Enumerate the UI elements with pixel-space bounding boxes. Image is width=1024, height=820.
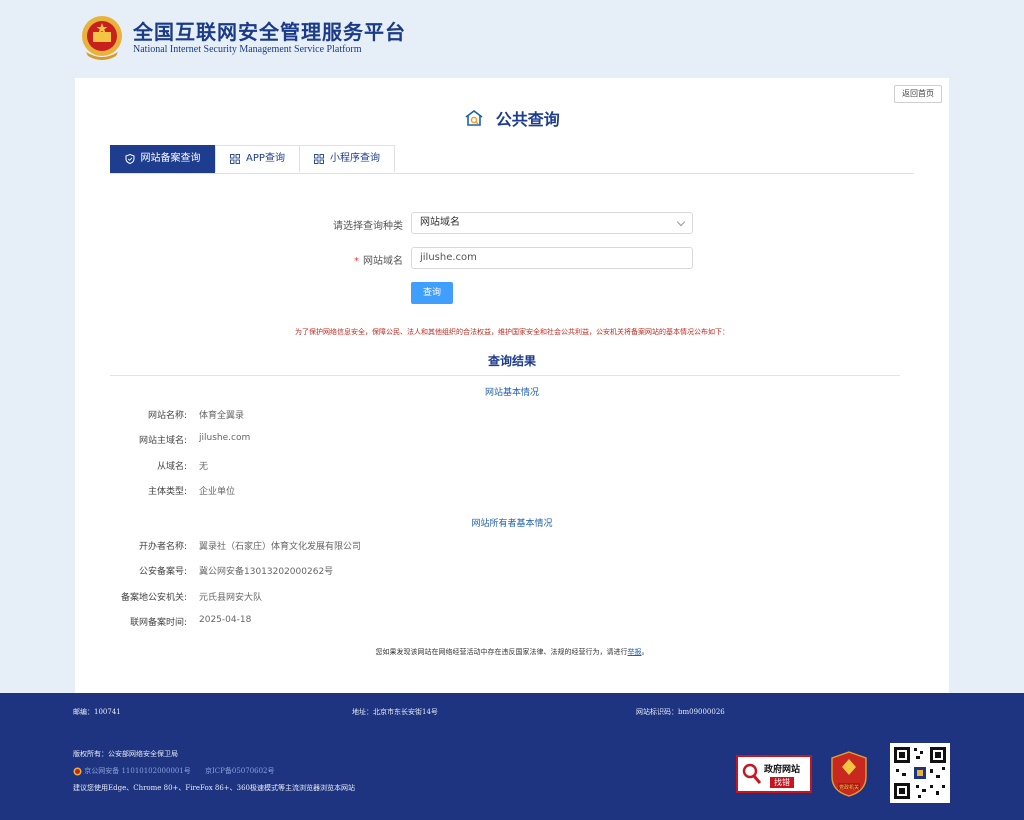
row-key: 公安备案号: [138, 567, 187, 577]
row-key: 开办者名称: [138, 542, 187, 552]
badge-line1: 政府网站 [764, 765, 801, 775]
site-title: 全国互联网安全管理服务平台 [133, 20, 406, 44]
row-value: 体育全翼录 [199, 411, 245, 421]
tab-label: 小程序查询 [330, 153, 380, 164]
footer-postcode: 邮编：100741 [73, 708, 121, 716]
site-header: 全国互联网安全管理服务平台 National Internet Security… [0, 0, 1024, 78]
icp-record-link[interactable]: 京ICP备05070602号 [205, 767, 274, 775]
grid-icon [314, 154, 324, 164]
info-row-owner-name: 开办者名称: 翼录社（石家庄）体育文化发展有限公司 [75, 539, 949, 553]
info-row-site-name: 网站名称: 体育全翼录 [75, 408, 949, 422]
grid-icon [230, 154, 240, 164]
row-value: jilushe.com [199, 433, 251, 443]
query-tabs: 网站备案查询 APP查询 小程序查询 [110, 145, 914, 174]
party-gov-badge-icon[interactable]: 党政机关 [830, 751, 868, 797]
badge-line2: 找错 [770, 777, 794, 788]
row-key: 联网备案时间: [129, 618, 187, 628]
row-value: 无 [199, 462, 209, 472]
row-value: 企业单位 [199, 487, 236, 497]
info-row-sub-domain: 从域名: 无 [75, 459, 949, 473]
owner-section-title: 网站所有者基本情况 [471, 519, 553, 529]
national-emblem-icon[interactable] [80, 14, 124, 62]
back-home-button[interactable]: 返回首页 [894, 85, 942, 103]
info-row-entity-type: 主体类型: 企业单位 [75, 484, 949, 498]
tab-label: 网站备案查询 [140, 153, 201, 164]
footer-browser-tip: 建议您使用Edge、Chrome 80+、FireFox 86+、360极速模式… [73, 784, 355, 792]
query-type-select[interactable]: 网站域名 [411, 212, 693, 234]
divider [110, 375, 900, 376]
tab-label: APP查询 [246, 153, 285, 164]
footer-site-id: 网站标识码：bm09000026 [636, 708, 725, 716]
results-title: 查询结果 [487, 354, 536, 368]
query-button[interactable]: 查询 [411, 282, 453, 304]
row-value: 2025-04-18 [199, 615, 252, 625]
magnifier-icon [742, 763, 762, 784]
tab-app[interactable]: APP查询 [215, 145, 300, 172]
row-key: 备案地公安机关: [120, 593, 187, 603]
badge-police-label: 党政机关 [839, 784, 859, 791]
notice-text: 为了保护网络信息安全，保障公民、法人和其他组织的合法权益，维护国家安全和社会公共… [295, 328, 729, 336]
police-record-link[interactable]: 京公网安备 11010102000001号 [84, 767, 191, 775]
main-card: 返回首页 公共查询 网站备案查询 APP查询 小程序查询 请选择查询种类 网站域… [75, 78, 949, 693]
site-footer: 邮编：100741 地址：北京市东长安街14号 网站标识码：bm09000026… [0, 693, 1024, 820]
info-row-police-office: 备案地公安机关: 元氏县网安大队 [75, 590, 949, 604]
site-subtitle: National Internet Security Management Se… [133, 44, 362, 55]
info-row-main-domain: 网站主域名: jilushe.com [75, 433, 949, 447]
report-text: 您如果发现该网站在网络经营活动中存在违反国家法律、法规的经营行为，请进行 [375, 648, 628, 656]
page-title: 公共查询 [75, 106, 949, 130]
domain-input[interactable]: jilushe.com [411, 247, 693, 269]
gov-site-error-badge[interactable]: 政府网站 找错 [736, 755, 812, 793]
chevron-down-icon [676, 217, 686, 227]
tab-website-record[interactable]: 网站备案查询 [110, 145, 215, 173]
row-key: 网站主域名: [138, 436, 187, 446]
info-row-police-record: 公安备案号: 冀公网安备13013202000262号 [75, 564, 949, 578]
report-link[interactable]: 举报 [628, 648, 642, 656]
info-row-record-date: 联网备案时间: 2025-04-18 [75, 615, 949, 629]
footer-records: 京公网安备 11010102000001号 京ICP备05070602号 [73, 766, 275, 776]
query-type-value: 网站域名 [420, 217, 460, 228]
footer-copyright: 版权所有：公安部网络安全保卫局 [73, 750, 178, 758]
shield-icon [125, 154, 134, 164]
row-key: 网站名称: [147, 411, 187, 421]
query-type-label: 请选择查询种类 [333, 221, 403, 232]
row-key: 主体类型: [147, 487, 187, 497]
qr-code [890, 743, 950, 803]
qr-code-icon [894, 747, 946, 799]
required-mark: * [354, 256, 359, 267]
report-end: 。 [641, 648, 649, 656]
police-badge-icon [73, 767, 82, 775]
row-value: 翼录社（石家庄）体育文化发展有限公司 [199, 542, 362, 552]
report-line: 您如果发现该网站在网络经营活动中存在违反国家法律、法规的经营行为，请进行举报。 [75, 647, 949, 657]
domain-label: * 网站域名 [203, 252, 403, 267]
house-search-icon [465, 110, 483, 126]
row-key: 从域名: [156, 462, 187, 472]
page-title-text: 公共查询 [495, 110, 560, 129]
footer-address: 地址：北京市东长安街14号 [352, 708, 438, 716]
row-value: 元氏县网安大队 [199, 593, 263, 603]
domain-label-text: 网站域名 [363, 256, 403, 267]
row-value: 冀公网安备13013202000262号 [199, 567, 334, 577]
tab-mini-program[interactable]: 小程序查询 [299, 145, 395, 172]
basic-section-title: 网站基本情况 [484, 388, 539, 398]
